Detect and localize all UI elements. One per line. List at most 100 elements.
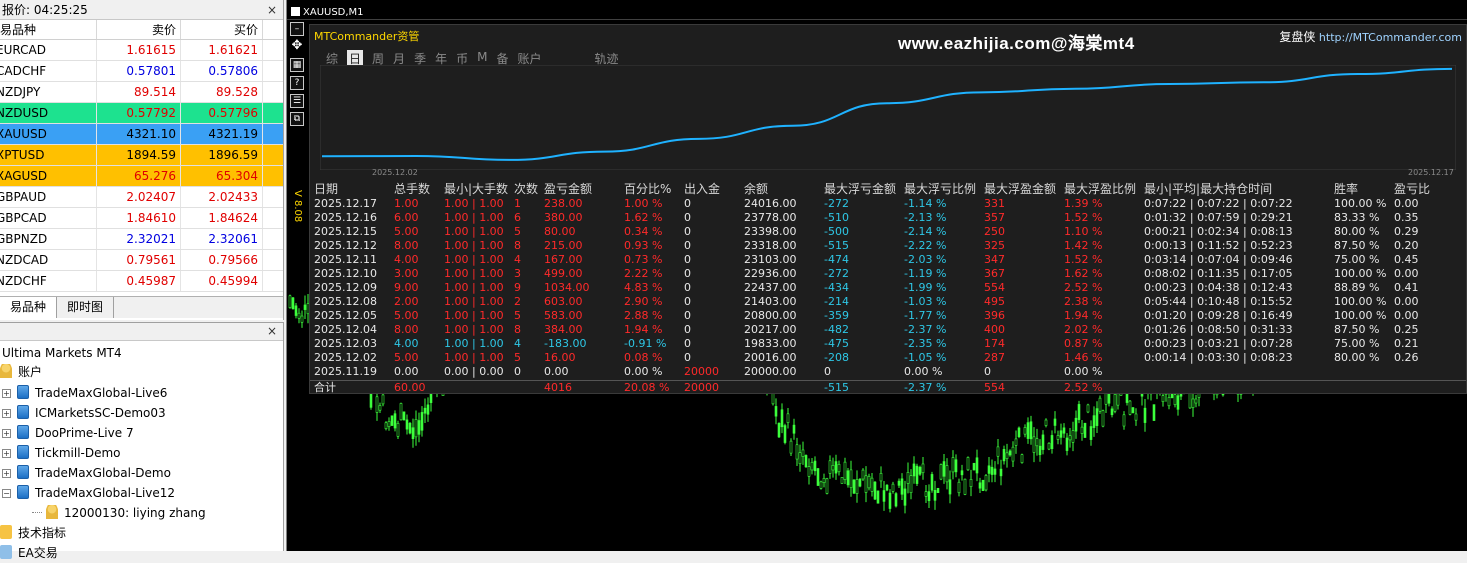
table-row: 2025.12.025.001.00 | 1.00516.000.08 %020… [310, 351, 1466, 365]
navigator-root[interactable]: Ultima Markets MT4 [2, 343, 122, 363]
list-icon[interactable]: ☰ [290, 94, 304, 108]
candle-body [397, 423, 399, 436]
table-cell: 1.00 | 1.00 [444, 351, 504, 365]
navigator-user[interactable]: 12000130: liying zhang [32, 503, 206, 523]
restore-icon[interactable]: ⧉ [290, 112, 304, 126]
table-cell: 0 [684, 225, 691, 239]
minimize-icon[interactable]: – [290, 22, 304, 36]
table-cell: 1.00 | 1.00 [444, 225, 504, 239]
close-icon[interactable]: × [267, 0, 277, 20]
candle-body [865, 476, 867, 493]
market-watch-row[interactable]: NZDJPY89.51489.528 [0, 82, 283, 103]
table-cell: 60.00 [394, 381, 426, 395]
tab-symbols[interactable]: 易品种 [0, 297, 57, 318]
market-watch-symbol: NZDJPY [0, 82, 97, 102]
navigator-indicators[interactable]: 技术指标 [0, 523, 66, 543]
help-icon[interactable]: ? [290, 76, 304, 90]
market-watch-row[interactable]: NZDCAD0.795610.79566 [0, 250, 283, 271]
candle-body [1084, 423, 1086, 437]
navigator-account[interactable]: +ICMarketsSC-Demo03 [2, 403, 166, 423]
table-header-cell: 盈亏金额 [544, 182, 592, 196]
table-cell: 1.00 | 1.00 [444, 267, 504, 281]
candle-body [925, 492, 927, 497]
market-watch-row[interactable]: XAUUSD4321.104321.19 [0, 124, 283, 145]
close-icon[interactable]: × [267, 324, 277, 338]
move-icon[interactable]: ✥ [290, 40, 304, 54]
market-watch-row[interactable]: GBPCAD1.846101.84624 [0, 208, 283, 229]
market-watch-row[interactable]: NZDCHF0.459870.45994 [0, 271, 283, 292]
navigator-account[interactable]: + TradeMaxGlobal-Demo [2, 463, 171, 483]
candle-body [1042, 435, 1044, 450]
candle-body [886, 485, 888, 490]
table-cell: 0.87 % [1064, 337, 1102, 351]
expand-icon[interactable]: + [2, 469, 11, 478]
market-watch-row[interactable]: XAGUSD65.27665.304 [0, 166, 283, 187]
candle-body [1003, 449, 1005, 461]
expand-icon[interactable]: + [2, 429, 11, 438]
table-cell: 1.62 % [624, 211, 662, 225]
column-header-ask[interactable]: 买价 [181, 20, 263, 39]
navigator-account[interactable]: + DooPrime-Live 7 [2, 423, 134, 443]
navigator-accounts-folder[interactable]: 账户 [0, 362, 42, 382]
candle-body [412, 428, 414, 439]
candle-body [937, 488, 939, 492]
market-watch-ask: 65.304 [181, 166, 263, 186]
brand-link[interactable]: 复盘侠 http://MTCommander.com [1279, 28, 1462, 45]
table-cell: 23103.00 [744, 253, 797, 267]
candle-body [1129, 401, 1131, 414]
market-watch-ask: 0.79566 [181, 250, 263, 270]
table-total-row: 合计60.00401620.08 %20000-515-2.37 %5542.5… [310, 380, 1466, 394]
market-watch-row[interactable]: NZDUSD0.577920.57796 [0, 103, 283, 124]
candle-body [1135, 414, 1137, 420]
brand-label: MTCommander资管 [314, 28, 419, 44]
account-icon [17, 465, 29, 479]
table-header-cell: 最大浮盈比例 [1064, 182, 1136, 196]
watermark-text: www.eazhijia.com@海棠mt4 [898, 29, 1135, 54]
expand-icon[interactable]: + [2, 389, 11, 398]
table-cell: 2025.11.19 [314, 365, 377, 379]
table-cell: -2.13 % [904, 211, 946, 225]
table-cell: -359 [824, 309, 849, 323]
expand-icon[interactable]: + [2, 449, 11, 458]
table-cell: -2.37 % [904, 323, 946, 337]
table-cell: 1.00 | 1.00 [444, 309, 504, 323]
market-watch-title: 报价: 04:25:25 [2, 3, 88, 17]
candle-body [1168, 397, 1170, 405]
market-watch-row[interactable]: XPTUSD1894.591896.59 [0, 145, 283, 166]
table-cell: 0.45 [1394, 253, 1419, 267]
market-watch-row[interactable]: CADCHF0.578010.57806 [0, 61, 283, 82]
table-cell: 1.00 | 1.00 [444, 337, 504, 351]
navigator-account[interactable]: +Tickmill-Demo [2, 443, 121, 463]
table-cell: 0 [684, 295, 691, 309]
column-header-symbol[interactable]: 易品种 [0, 20, 97, 39]
market-watch-row[interactable]: GBPNZD2.320212.32061 [0, 229, 283, 250]
grid-icon[interactable]: ▦ [290, 58, 304, 72]
navigator-account[interactable]: +TradeMaxGlobal-Live6 [2, 383, 167, 403]
table-cell: 0:07:22 | 0:07:22 | 0:07:22 [1144, 197, 1293, 211]
table-row: 2025.12.099.001.00 | 1.0091034.004.83 %0… [310, 281, 1466, 295]
candle-body [994, 469, 996, 475]
candle-body [928, 492, 930, 501]
table-cell: 0.00 [394, 365, 419, 379]
market-watch-symbol: GBPCAD [0, 208, 97, 228]
column-header-bid[interactable]: 卖价 [97, 20, 181, 39]
market-watch-row[interactable]: GBPAUD2.024072.02433 [0, 187, 283, 208]
table-cell: 2.38 % [1064, 295, 1102, 309]
account-icon [17, 485, 29, 499]
table-header-cell: 最大浮盈金额 [984, 182, 1056, 196]
navigator-experts[interactable]: EA交易 [0, 543, 58, 563]
navigator-account[interactable]: −TradeMaxGlobal-Live12 [2, 483, 175, 503]
table-row: 2025.12.155.001.00 | 1.00580.000.34 %023… [310, 225, 1466, 239]
candle-body [931, 474, 933, 490]
candle-body [949, 480, 951, 494]
tab-tick-chart[interactable]: 即时图 [57, 297, 114, 318]
account-label: TradeMaxGlobal-Demo [35, 466, 171, 480]
market-watch-row[interactable]: EURCAD1.616151.61621 [0, 40, 283, 61]
account-label: DooPrime-Live 7 [35, 426, 134, 440]
expand-icon[interactable]: − [2, 489, 11, 498]
candle-body [1093, 416, 1095, 428]
market-watch-symbol: NZDUSD [0, 103, 97, 123]
candle-body [859, 479, 861, 486]
candle-body [1054, 419, 1056, 426]
expand-icon[interactable]: + [2, 409, 11, 418]
